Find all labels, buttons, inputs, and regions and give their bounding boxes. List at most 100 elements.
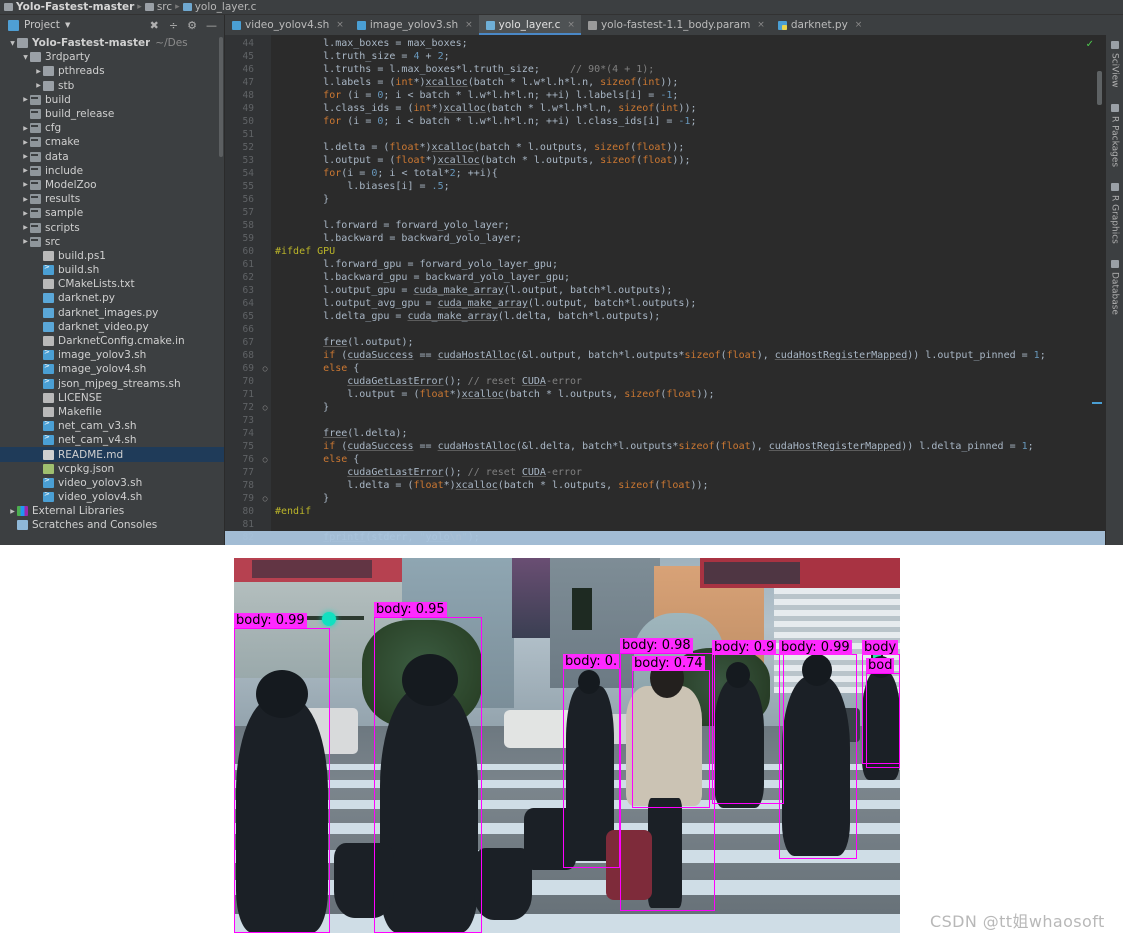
tree-item-include[interactable]: ▶ include: [0, 164, 224, 178]
fold-marker[interactable]: [259, 258, 271, 271]
tree-item-cfg[interactable]: ▶ cfg: [0, 121, 224, 135]
fold-marker[interactable]: [259, 284, 271, 297]
chevron-right-icon[interactable]: ▶: [34, 82, 43, 89]
fold-marker[interactable]: [259, 427, 271, 440]
tree-item-yolo-fastest-master[interactable]: ▼ Yolo-Fastest-master ~/Des: [0, 36, 224, 50]
tree-item-license[interactable]: LICENSE: [0, 391, 224, 405]
tree-item-video-yolov4-sh[interactable]: video_yolov4.sh: [0, 490, 224, 504]
tree-item-scripts[interactable]: ▶ scripts: [0, 220, 224, 234]
chevron-right-icon[interactable]: ▶: [21, 224, 30, 231]
tree-item-darknet-images-py[interactable]: darknet_images.py: [0, 306, 224, 320]
close-icon[interactable]: ×: [567, 20, 575, 30]
tree-item-darknetconfig-cmake-in[interactable]: DarknetConfig.cmake.in: [0, 334, 224, 348]
chevron-down-icon[interactable]: ▼: [8, 40, 17, 47]
fold-marker[interactable]: [259, 375, 271, 388]
fold-marker[interactable]: [259, 167, 271, 180]
fold-marker[interactable]: ○: [259, 362, 271, 375]
tree-item-image-yolov4-sh[interactable]: image_yolov4.sh: [0, 362, 224, 376]
fold-marker[interactable]: [259, 505, 271, 518]
tree-item-results[interactable]: ▶ results: [0, 192, 224, 206]
tree-item-stb[interactable]: ▶ stb: [0, 79, 224, 93]
tree-item-vcpkg-json[interactable]: vcpkg.json: [0, 462, 224, 476]
fold-marker[interactable]: [259, 323, 271, 336]
editor-tab-yolo-fastest-1-1-body-param[interactable]: yolo-fastest-1.1_body.param ×: [581, 15, 771, 35]
fold-marker[interactable]: [259, 414, 271, 427]
fold-marker[interactable]: [259, 388, 271, 401]
fold-marker[interactable]: [259, 193, 271, 206]
fold-marker[interactable]: [259, 466, 271, 479]
project-panel-title[interactable]: Project: [24, 19, 60, 31]
tree-item-video-yolov3-sh[interactable]: video_yolov3.sh: [0, 476, 224, 490]
tree-item-cmake[interactable]: ▶ cmake: [0, 135, 224, 149]
rail-item-r-graphics[interactable]: R Graphics: [1110, 182, 1120, 244]
tree-item-scratches-and-consoles[interactable]: Scratches and Consoles: [0, 518, 224, 532]
tree-item-darknet-py[interactable]: darknet.py: [0, 291, 224, 305]
fold-marker[interactable]: [259, 297, 271, 310]
rail-item-sciview[interactable]: SciView: [1110, 41, 1120, 88]
tree-item-build-ps1[interactable]: build.ps1: [0, 249, 224, 263]
fold-marker[interactable]: [259, 271, 271, 284]
fold-marker[interactable]: [259, 115, 271, 128]
chevron-right-icon[interactable]: ▶: [8, 508, 17, 515]
fold-marker[interactable]: [259, 37, 271, 50]
minimize-icon[interactable]: —: [206, 20, 217, 31]
fold-marker[interactable]: ○: [259, 401, 271, 414]
fold-marker[interactable]: [259, 245, 271, 258]
chevron-right-icon[interactable]: ▶: [21, 210, 30, 217]
editor-scrollbar[interactable]: [1097, 71, 1102, 105]
chevron-down-icon[interactable]: ▼: [65, 21, 70, 29]
breadcrumb-item-src[interactable]: src: [144, 1, 172, 13]
fold-marker[interactable]: [259, 518, 271, 531]
fold-marker[interactable]: [259, 440, 271, 453]
chevron-right-icon[interactable]: ▶: [21, 196, 30, 203]
tree-item-cmakelists-txt[interactable]: CMakeLists.txt: [0, 277, 224, 291]
rail-item-r-packages[interactable]: R Packages: [1110, 103, 1120, 167]
tree-item-makefile[interactable]: Makefile: [0, 405, 224, 419]
chevron-down-icon[interactable]: ▼: [21, 54, 30, 61]
code-fold-column[interactable]: ○○○○○: [259, 35, 271, 545]
fold-marker[interactable]: [259, 50, 271, 63]
close-icon[interactable]: ×: [855, 20, 863, 30]
fold-marker[interactable]: ○: [259, 492, 271, 505]
fold-marker[interactable]: [259, 336, 271, 349]
fold-marker[interactable]: [259, 219, 271, 232]
tree-item-modelzoo[interactable]: ▶ ModelZoo: [0, 178, 224, 192]
tree-item-3rdparty[interactable]: ▼ 3rdparty: [0, 50, 224, 64]
project-tree[interactable]: ▼ Yolo-Fastest-master ~/Des ▼ 3rdparty ▶ pthre…: [0, 35, 225, 545]
settings-gear-icon[interactable]: ⚙: [187, 20, 197, 31]
chevron-right-icon[interactable]: ▶: [21, 181, 30, 188]
tree-item-sample[interactable]: ▶ sample: [0, 206, 224, 220]
editor-tab-image-yolov3-sh[interactable]: image_yolov3.sh ×: [350, 15, 479, 35]
tree-item-build-sh[interactable]: build.sh: [0, 263, 224, 277]
fold-marker[interactable]: [259, 206, 271, 219]
tree-item-image-yolov3-sh[interactable]: image_yolov3.sh: [0, 348, 224, 362]
chevron-right-icon[interactable]: ▶: [21, 125, 30, 132]
fold-marker[interactable]: [259, 180, 271, 193]
breadcrumb-item-project[interactable]: Yolo-Fastest-master: [4, 1, 134, 13]
editor-tab-darknet-py[interactable]: darknet.py ×: [771, 15, 869, 35]
chevron-right-icon[interactable]: ▶: [21, 167, 30, 174]
fold-marker[interactable]: [259, 479, 271, 492]
breadcrumb-item-file[interactable]: yolo_layer.c: [182, 1, 256, 13]
chevron-right-icon[interactable]: ▶: [21, 153, 30, 160]
fold-marker[interactable]: [259, 76, 271, 89]
tree-item-net-cam-v4-sh[interactable]: net_cam_v4.sh: [0, 433, 224, 447]
sort-icon[interactable]: ÷: [169, 20, 178, 31]
tree-item-pthreads[interactable]: ▶ pthreads: [0, 64, 224, 78]
fold-marker[interactable]: [259, 154, 271, 167]
fold-marker[interactable]: [259, 349, 271, 362]
tree-item-build[interactable]: ▶ build: [0, 93, 224, 107]
fold-marker[interactable]: [259, 63, 271, 76]
fold-marker[interactable]: [259, 128, 271, 141]
fold-marker[interactable]: [259, 141, 271, 154]
tree-item-external-libraries[interactable]: ▶ External Libraries: [0, 504, 224, 518]
fold-marker[interactable]: ○: [259, 453, 271, 466]
tree-item-readme-md[interactable]: README.md: [0, 447, 224, 462]
fold-marker[interactable]: [259, 102, 271, 115]
tree-item-build-release[interactable]: build_release: [0, 107, 224, 121]
chevron-right-icon[interactable]: ▶: [21, 139, 30, 146]
tree-item-data[interactable]: ▶ data: [0, 150, 224, 164]
code-editor[interactable]: 44 45 46 47 48 49 50 51 52 53 54 55 56 57 58 59 60 61 62 63…: [225, 35, 1105, 545]
project-tree-scrollbar[interactable]: [219, 37, 223, 157]
close-icon[interactable]: ×: [336, 20, 344, 30]
